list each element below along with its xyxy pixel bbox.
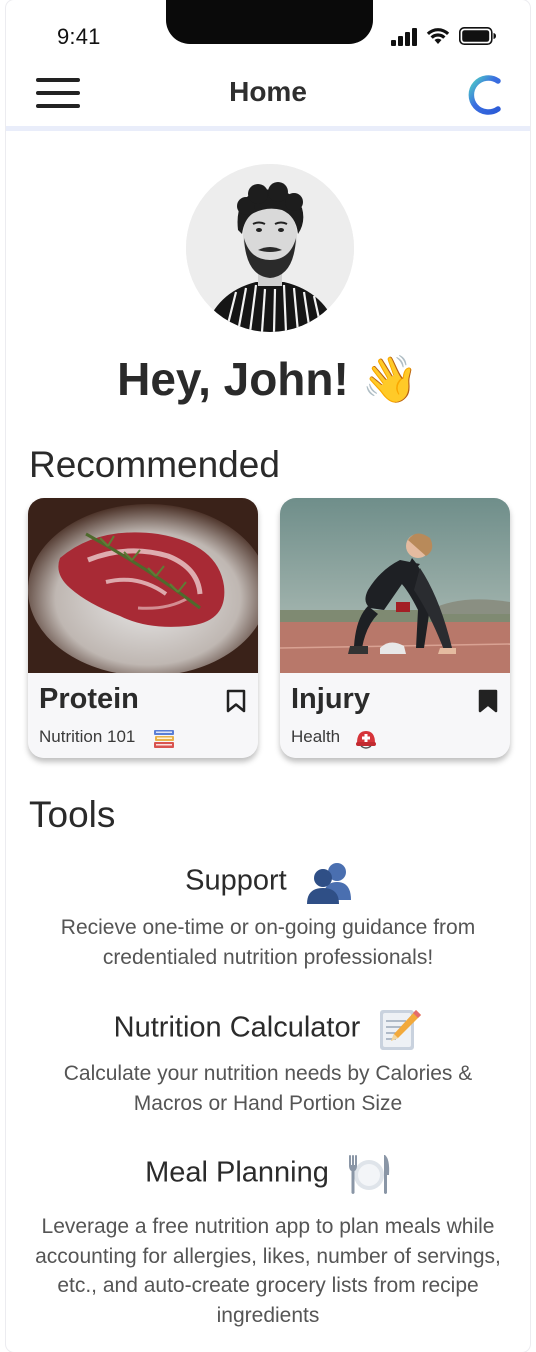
card-title: Protein [39,683,139,715]
steak-image [28,498,258,673]
recommended-card-injury[interactable]: Injury Health [280,498,510,758]
runner-image [280,498,510,673]
tool-meal-planning[interactable]: Meal Planning [0,1151,536,1197]
wifi-icon [426,28,450,44]
tools-heading: Tools [29,794,116,835]
tool-meal-planning-description: Leverage a free nutrition app to plan me… [35,1215,501,1327]
tool-title: Nutrition Calculator [113,1011,361,1044]
app-header: Home [6,62,530,126]
card-footer: Protein Nutrition 101 [28,673,258,758]
cellular-signal-icon [391,28,417,46]
bookmark-outline-icon[interactable] [226,689,246,713]
tool-nutrition-calculator[interactable]: Nutrition Calculator [0,1006,536,1052]
books-icon [154,730,174,748]
notch [166,0,373,44]
header-divider [6,126,530,131]
people-silhouette-icon [306,863,351,904]
greeting-heading: Hey, John! 👋 [0,352,536,407]
recommended-heading: Recommended [29,444,280,485]
memo-pencil-icon [380,1010,422,1050]
avatar[interactable] [186,164,354,332]
tool-nutrition-calculator-description: Calculate your nutrition needs by Calori… [63,1062,473,1115]
tool-support[interactable]: Support [0,860,536,904]
greeting-text: Hey, John! [117,353,349,405]
fork-knife-plate-icon [348,1155,390,1194]
battery-icon [459,27,496,45]
bookmark-filled-icon[interactable] [478,689,498,713]
app-logo-c-icon[interactable] [458,70,510,120]
status-bar: 9:41 [0,0,536,62]
status-time: 9:41 [57,24,101,49]
recommended-card-protein[interactable]: Protein Nutrition 101 [28,498,258,758]
card-subtitle: Health [291,727,341,746]
card-title: Injury [291,683,370,715]
tool-title: Support [185,864,287,897]
waving-hand-icon: 👋 [361,353,419,405]
tool-title: Meal Planning [145,1156,329,1189]
card-subtitle: Nutrition 101 [39,727,136,746]
page-title: Home [229,76,307,107]
rescue-helmet-icon [356,731,376,749]
tool-support-description: Recieve one-time or on-going guidance fr… [60,916,476,969]
card-footer: Injury Health [280,673,510,758]
